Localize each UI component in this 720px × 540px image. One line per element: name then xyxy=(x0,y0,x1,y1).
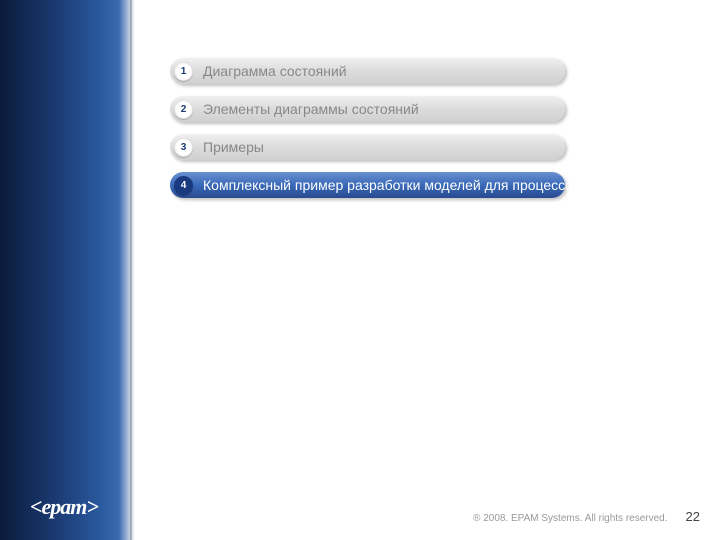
agenda-label: Диаграмма состояний xyxy=(203,63,347,79)
agenda-badge: 4 xyxy=(174,176,193,195)
agenda-item-1: 1 Диаграмма состояний xyxy=(170,58,565,84)
agenda-badge: 3 xyxy=(174,138,193,157)
agenda-label: Примеры xyxy=(203,139,264,155)
page-number: 22 xyxy=(686,509,700,524)
agenda-badge: 1 xyxy=(174,62,193,81)
agenda-list: 1 Диаграмма состояний 2 Элементы диаграм… xyxy=(170,58,565,210)
sidebar-gradient xyxy=(0,0,135,540)
agenda-badge: 2 xyxy=(174,100,193,119)
epam-logo: <epam> xyxy=(30,494,98,520)
agenda-item-3: 3 Примеры xyxy=(170,134,565,160)
sidebar-divider xyxy=(130,0,132,540)
agenda-item-2: 2 Элементы диаграммы состояний xyxy=(170,96,565,122)
agenda-label: Комплексный пример разработки моделей дл… xyxy=(203,177,573,193)
copyright-text: ® 2008. EPAM Systems. All rights reserve… xyxy=(473,513,667,524)
agenda-label: Элементы диаграммы состояний xyxy=(203,101,419,117)
footer: ® 2008. EPAM Systems. All rights reserve… xyxy=(473,509,700,524)
agenda-item-4-active: 4 Комплексный пример разработки моделей … xyxy=(170,172,565,198)
